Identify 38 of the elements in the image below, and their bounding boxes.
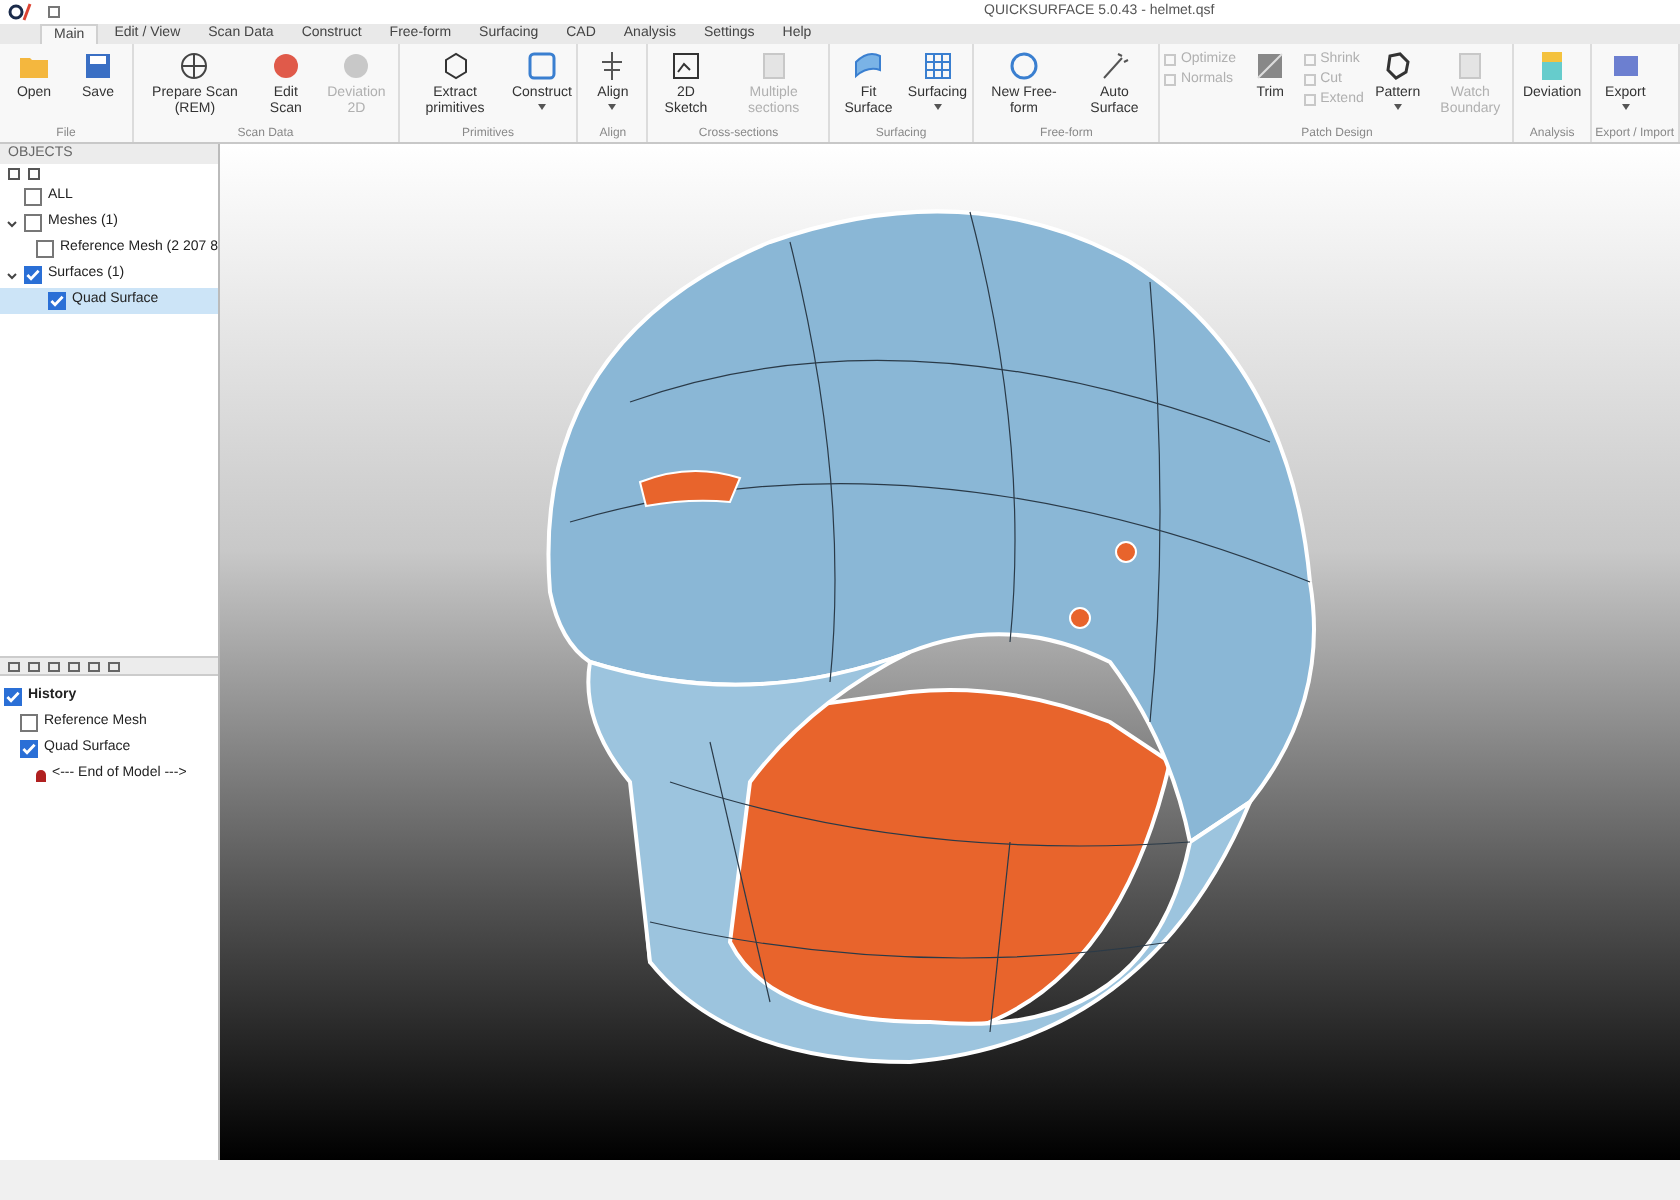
freeform-icon <box>1007 50 1040 82</box>
check-icon <box>22 742 36 756</box>
surface-icon <box>852 50 885 82</box>
sheet-icon <box>757 50 790 82</box>
pattern-icon <box>1381 50 1414 82</box>
caret-icon <box>608 104 617 110</box>
checkbox[interactable] <box>36 240 54 258</box>
sort-icon[interactable] <box>8 168 20 180</box>
trim-icon <box>1254 50 1287 82</box>
checkbox[interactable] <box>24 188 42 206</box>
sketch-icon <box>669 50 702 82</box>
checkbox[interactable] <box>48 292 66 310</box>
checkbox[interactable] <box>20 740 38 758</box>
3d-viewport[interactable] <box>220 144 1680 1160</box>
app-logo-icon <box>8 2 32 22</box>
caret-icon <box>933 104 942 110</box>
construct-icon <box>525 50 558 82</box>
check-icon <box>6 690 20 704</box>
wand-icon <box>1098 50 1131 82</box>
caret-icon <box>1393 104 1402 110</box>
mesh-icon <box>178 50 211 82</box>
chevron-icon[interactable] <box>6 217 18 229</box>
caret-icon <box>1621 104 1630 110</box>
filter-icon[interactable] <box>28 168 40 180</box>
marker-icon <box>36 769 46 781</box>
export-icon <box>1609 50 1642 82</box>
sphere-icon <box>340 50 373 82</box>
sheet-icon <box>1454 50 1487 82</box>
save-icon <box>82 50 114 82</box>
quick-access-icon[interactable] <box>48 6 60 18</box>
checkbox[interactable] <box>20 714 38 732</box>
grid-icon <box>921 50 954 82</box>
checkbox[interactable] <box>4 688 22 706</box>
checkbox[interactable] <box>24 266 42 284</box>
checkbox[interactable] <box>24 214 42 232</box>
sphere-icon <box>269 50 302 82</box>
chevron-icon[interactable] <box>6 269 18 281</box>
caret-icon <box>537 104 546 110</box>
